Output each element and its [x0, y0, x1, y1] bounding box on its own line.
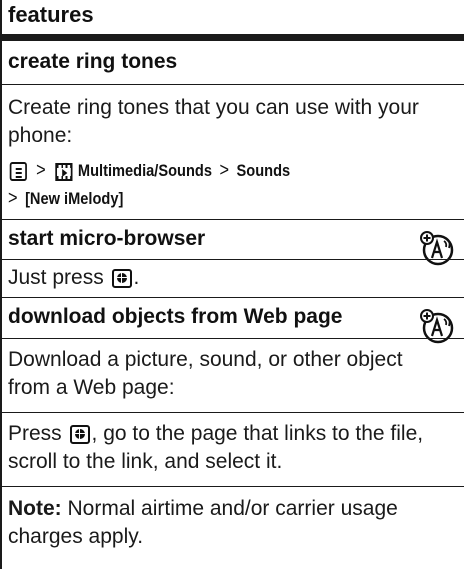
- download-steps: Press , go to the page that links to the…: [8, 420, 456, 476]
- menu-key-icon: [9, 162, 27, 182]
- multimedia-icon: [54, 162, 73, 181]
- section-divider: [0, 338, 464, 339]
- note-label: Note:: [8, 497, 62, 520]
- menu-item-sounds: Sounds: [236, 161, 291, 180]
- usage-note: Note: Normal airtime and/or carrier usag…: [8, 495, 456, 551]
- menu-item-multimedia-sounds: Multimedia/Sounds: [77, 161, 212, 180]
- page-header-title: features: [8, 2, 94, 27]
- section-divider: [0, 297, 464, 298]
- network-antenna-icon: [420, 309, 454, 344]
- note-text: Normal airtime and/or carrier usage char…: [8, 497, 398, 548]
- download-description: Download a picture, sound, or other obje…: [8, 348, 403, 399]
- left-margin-rule: [0, 0, 2, 569]
- micro-browser-text-end: .: [133, 266, 140, 289]
- menu-separator: >: [219, 160, 230, 181]
- browser-key-icon: [69, 424, 90, 444]
- download-step-text: Press: [8, 422, 62, 445]
- micro-browser-description: Just press .: [8, 264, 456, 292]
- section-divider: [0, 486, 464, 487]
- section-title-download-objects: download objects from Web page: [8, 305, 343, 328]
- header-rule: [0, 34, 464, 41]
- section-divider: [0, 84, 464, 85]
- menu-separator: >: [8, 188, 18, 209]
- menu-path-line-2: > [New iMelody]: [8, 188, 123, 210]
- section-title-ring-tones: create ring tones: [8, 50, 178, 73]
- ring-tones-description: Create ring tones that you can use with …: [8, 96, 419, 147]
- menu-path-line-1: > Multimedia/Sounds > Sounds: [8, 160, 290, 182]
- browser-key-icon: [111, 268, 132, 288]
- section-divider: [0, 412, 464, 413]
- manual-page: features create ring tones Create ring t…: [0, 0, 464, 569]
- menu-separator: >: [36, 160, 46, 181]
- section-divider: [0, 219, 464, 220]
- network-antenna-icon: [420, 231, 454, 266]
- section-divider: [0, 259, 464, 260]
- micro-browser-text: Just press: [8, 266, 104, 289]
- section-title-micro-browser: start micro-browser: [8, 227, 206, 250]
- menu-item-new-imelody: [New iMelody]: [25, 189, 124, 208]
